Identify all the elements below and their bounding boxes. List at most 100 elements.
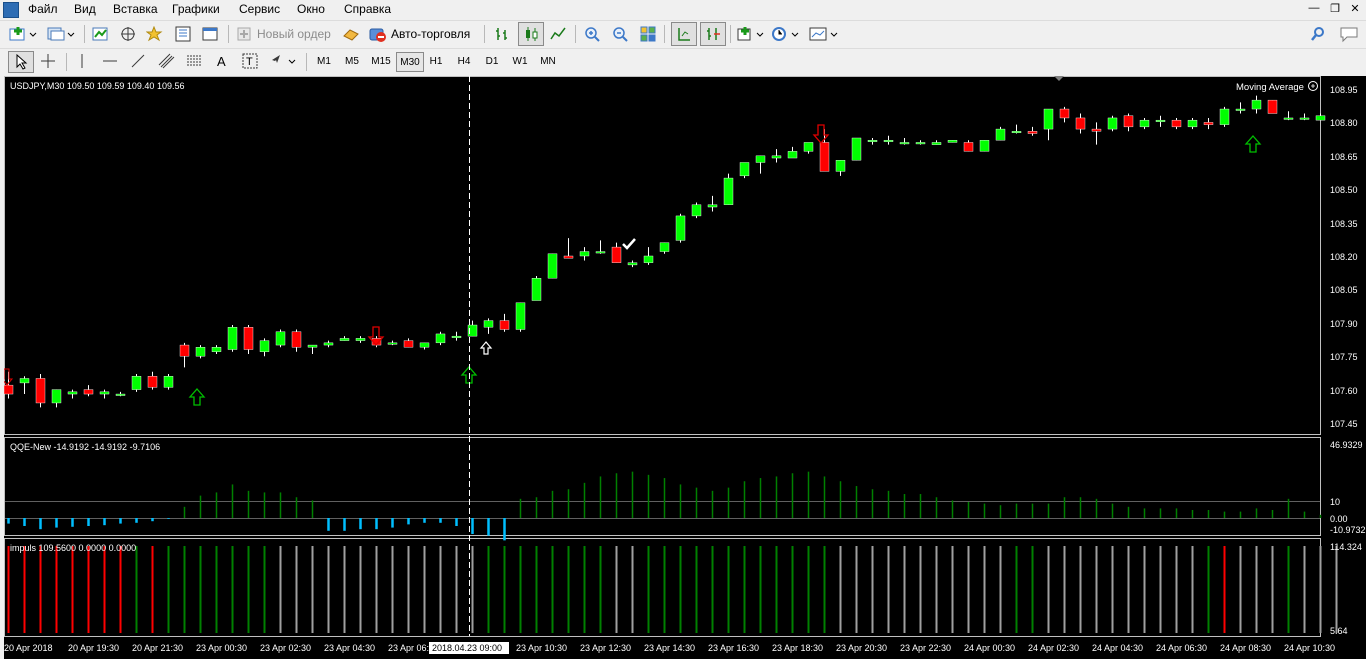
terminal-icon[interactable]	[200, 24, 220, 44]
tf-h1[interactable]: H1	[424, 52, 448, 70]
data-window-icon[interactable]	[173, 24, 193, 44]
time-tick: 23 Apr 18:30	[772, 643, 823, 653]
price-tick: 107.60	[1330, 386, 1358, 396]
vertical-line-icon[interactable]	[72, 51, 92, 71]
tile-windows-icon[interactable]	[638, 24, 658, 44]
candle-body	[659, 242, 670, 252]
qqe-tick: -10.9732	[1330, 525, 1366, 535]
line-chart-icon[interactable]	[548, 24, 568, 44]
candle-body	[195, 347, 206, 357]
svg-text:T: T	[246, 56, 253, 68]
candle-body	[787, 151, 798, 159]
candle-body	[1155, 119, 1166, 122]
close-icon[interactable]: ✕	[1347, 2, 1363, 16]
new-chart-button[interactable]	[8, 24, 38, 44]
candlesticks-icon[interactable]	[518, 22, 544, 46]
buy-arrow-icon	[1244, 135, 1262, 153]
horizontal-line-icon[interactable]	[100, 51, 120, 71]
time-axis[interactable]: 20 Apr 2018 20 Apr 19:30 20 Apr 21:30 23…	[4, 642, 1335, 654]
bar-chart-icon[interactable]	[492, 24, 512, 44]
meta-editor-icon[interactable]	[340, 24, 362, 44]
candle-body	[291, 331, 302, 348]
profiles-button[interactable]	[46, 24, 76, 44]
candle	[531, 276, 542, 301]
candle-body	[1267, 99, 1278, 114]
candle	[35, 374, 46, 408]
candle-body	[99, 391, 110, 395]
channel-icon[interactable]	[156, 51, 178, 71]
time-tick: 24 Apr 06:30	[1156, 643, 1207, 653]
favorites-icon[interactable]	[145, 24, 165, 44]
candle	[51, 389, 62, 408]
tf-mn[interactable]: MN	[536, 52, 560, 70]
auto-trading-button[interactable]: Авто-торговля	[368, 24, 476, 44]
candle	[1107, 115, 1118, 132]
candle-body	[1091, 128, 1102, 132]
templates-button[interactable]	[808, 24, 840, 44]
menu-file[interactable]: Файл	[28, 2, 58, 16]
navigator-icon[interactable]	[118, 24, 138, 44]
zoom-in-icon[interactable]	[582, 24, 602, 44]
tf-m5[interactable]: M5	[340, 52, 364, 70]
tf-m1[interactable]: M1	[312, 52, 336, 70]
candle	[659, 242, 670, 254]
candle	[291, 329, 302, 352]
menu-charts[interactable]: Графики	[172, 2, 220, 16]
tf-h4[interactable]: H4	[452, 52, 476, 70]
menu-view[interactable]: Вид	[74, 2, 96, 16]
app-logo-icon[interactable]	[3, 2, 19, 18]
chart-window[interactable]: USDJPY,M30 109.50 109.59 109.40 109.56 M…	[4, 76, 1366, 659]
tf-d1[interactable]: D1	[480, 52, 504, 70]
candle	[259, 338, 270, 357]
indicators-button[interactable]	[736, 24, 766, 44]
tf-w1[interactable]: W1	[508, 52, 532, 70]
restore-icon[interactable]: ❐	[1327, 2, 1343, 16]
minimize-icon[interactable]: —	[1306, 2, 1322, 16]
crosshair-icon[interactable]	[38, 51, 58, 71]
auto-scroll-icon[interactable]	[671, 22, 697, 46]
candle-body	[643, 255, 654, 263]
market-watch-icon[interactable]	[90, 24, 110, 44]
candle-body	[1027, 131, 1038, 134]
impuls-pane	[4, 538, 1321, 637]
candle	[643, 247, 654, 265]
candle	[547, 253, 558, 279]
candle	[755, 155, 766, 174]
standard-toolbar: Новый ордер Авто-торговля	[0, 20, 1366, 48]
arrows-button[interactable]	[266, 51, 298, 71]
menu-window[interactable]: Окно	[297, 2, 325, 16]
candle-body	[1011, 131, 1022, 134]
menu-insert[interactable]: Вставка	[113, 2, 158, 16]
chart-shift-icon[interactable]	[700, 22, 726, 46]
candle-body	[979, 140, 990, 152]
chart-canvas[interactable]: USDJPY,M30 109.50 109.59 109.40 109.56 M…	[4, 76, 1366, 659]
candle-body	[915, 142, 926, 145]
cursor-icon[interactable]	[8, 51, 34, 73]
fibonacci-icon[interactable]	[184, 51, 206, 71]
tf-m15[interactable]: M15	[368, 52, 394, 70]
candle-body	[435, 333, 446, 344]
text-icon[interactable]: A	[212, 51, 232, 71]
zoom-out-icon[interactable]	[610, 24, 630, 44]
candle	[403, 338, 414, 348]
time-tick: 23 Apr 02:30	[260, 643, 311, 653]
new-order-button[interactable]: Новый ордер	[236, 24, 334, 44]
search-icon[interactable]	[1308, 24, 1328, 44]
chart-shift-marker[interactable]	[1054, 76, 1064, 81]
time-tick: 23 Apr 04:30	[324, 643, 375, 653]
menu-tools[interactable]: Сервис	[239, 2, 280, 16]
candle	[483, 318, 494, 334]
periods-button[interactable]	[770, 24, 802, 44]
candle-body	[419, 342, 430, 348]
indicator-label: Moving Average	[1236, 82, 1304, 93]
candle-body	[179, 344, 190, 357]
price-axis[interactable]: 108.95 108.80 108.65 108.50 108.35 108.2…	[1330, 85, 1366, 636]
candle	[947, 140, 958, 143]
trendline-icon[interactable]	[128, 51, 148, 71]
time-tick: 20 Apr 21:30	[132, 643, 183, 653]
chat-icon[interactable]	[1336, 24, 1362, 44]
tf-m30[interactable]: M30	[396, 52, 424, 72]
menu-help[interactable]: Справка	[344, 2, 391, 16]
text-label-icon[interactable]: T	[240, 51, 260, 71]
new-order-label: Новый ордер	[257, 27, 331, 41]
